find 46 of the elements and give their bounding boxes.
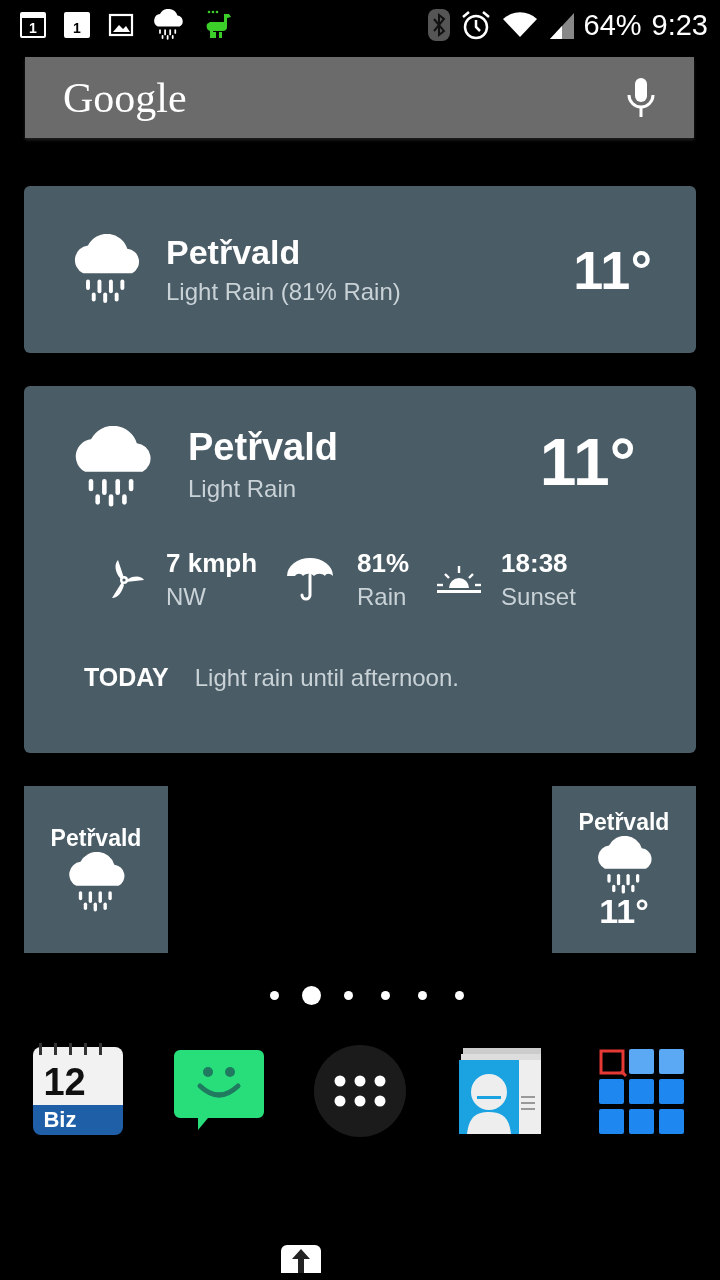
search-logo: Google [63,73,187,122]
detail-value: 18:38 [501,548,569,579]
forecast-text: Light rain until afternoon. [194,664,459,692]
image-icon [108,12,134,38]
weather-widget[interactable]: Petřvald [24,786,168,953]
detail-label: NW [166,583,207,611]
clock-time: 9:23 [651,8,708,42]
weather-widget[interactable]: Petřvald 11° [552,786,696,953]
wifi-icon [501,11,538,39]
bluetooth-icon [427,9,450,41]
weather-card[interactable]: Petřvald Light Rain 11° 7 kmph NW 81% Rain 18:38 Sunset TODAY Light rain until afternoon. [24,386,696,753]
search-bar[interactable]: Google [25,57,694,138]
city-name: Petřvald [578,808,670,836]
weather-condition: Light Rain [188,475,298,503]
detail-label: Sunset [501,583,576,611]
calendar-icon: 1 [64,12,90,38]
calendar-day: 12 [43,1063,86,1101]
city-name: Petřvald [50,825,142,852]
temperature: 11° [599,891,649,931]
forecast-label: TODAY [84,663,169,692]
calendar-icon: 1 [20,12,46,38]
page-indicator-dot[interactable] [302,985,321,1005]
signal-icon [547,11,574,39]
detail-label: Rain [357,583,408,611]
calendar-label: Biz [43,1107,77,1133]
weather-condition: Light Rain (81% Rain) [166,278,402,306]
page-indicator-dot[interactable] [381,990,390,1000]
city-name: Petřvald [166,233,302,272]
weather-card[interactable]: Petřvald Light Rain (81% Rain) 11° [24,186,696,353]
city-name: Petřvald [188,426,339,469]
contacts-app-icon[interactable] [458,1048,543,1134]
app-drawer-icon[interactable] [314,1045,406,1137]
battery-percent: 64% [583,8,642,42]
page-indicator-dot[interactable] [270,990,279,1000]
detail-value: 7 kmph [166,548,258,579]
page-indicator-dot[interactable] [418,990,427,1000]
app-grid-icon[interactable] [599,1048,685,1134]
page-indicator-dot[interactable] [455,990,464,1000]
temperature: 11° [573,238,652,301]
messaging-app-icon[interactable] [174,1050,265,1132]
temperature: 11° [539,424,636,500]
rain-cloud-icon [152,9,184,41]
microphone-icon [626,76,656,119]
up-arrow-icon[interactable] [279,1243,323,1273]
page-indicator-dot[interactable] [344,990,353,1000]
detail-value: 81% [357,548,410,579]
